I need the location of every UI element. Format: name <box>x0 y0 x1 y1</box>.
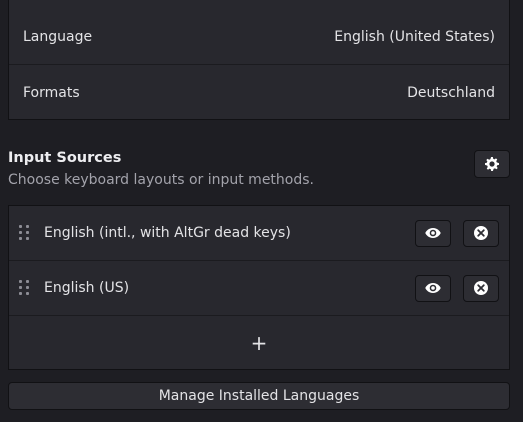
preview-layout-button[interactable] <box>415 219 451 247</box>
input-source-row[interactable]: English (US) <box>9 261 509 316</box>
language-row[interactable]: Language English (United States) <box>9 10 509 65</box>
remove-source-button[interactable] <box>463 219 499 247</box>
input-sources-title: Input Sources <box>8 150 122 166</box>
input-sources-settings-button[interactable] <box>474 150 510 178</box>
region-settings-group: Language English (United States) Formats… <box>8 0 510 120</box>
language-value: English (United States) <box>334 29 495 45</box>
formats-value: Deutschland <box>407 84 495 101</box>
input-source-label: English (intl., with AltGr dead keys) <box>44 225 291 241</box>
input-sources-header: Input Sources Choose keyboard layouts or… <box>8 150 510 188</box>
manage-installed-languages-button[interactable]: Manage Installed Languages <box>8 382 510 410</box>
formats-label: Formats <box>23 84 80 101</box>
close-circle-icon <box>474 281 488 295</box>
language-label: Language <box>23 29 93 45</box>
drag-handle-icon[interactable] <box>19 225 29 241</box>
drag-handle-icon[interactable] <box>19 280 29 296</box>
eye-icon <box>425 228 441 238</box>
input-source-row[interactable]: English (intl., with AltGr dead keys) <box>9 206 509 261</box>
eye-icon <box>425 283 441 293</box>
gear-icon <box>485 157 499 171</box>
close-circle-icon <box>474 226 488 240</box>
add-input-source-button[interactable]: + <box>9 316 509 370</box>
remove-source-button[interactable] <box>463 274 499 302</box>
input-sources-list: English (intl., with AltGr dead keys) En… <box>8 205 510 370</box>
input-sources-subtitle: Choose keyboard layouts or input methods… <box>8 172 314 188</box>
preview-layout-button[interactable] <box>415 274 451 302</box>
formats-row[interactable]: Formats Deutschland <box>9 65 509 120</box>
input-source-label: English (US) <box>44 280 130 296</box>
